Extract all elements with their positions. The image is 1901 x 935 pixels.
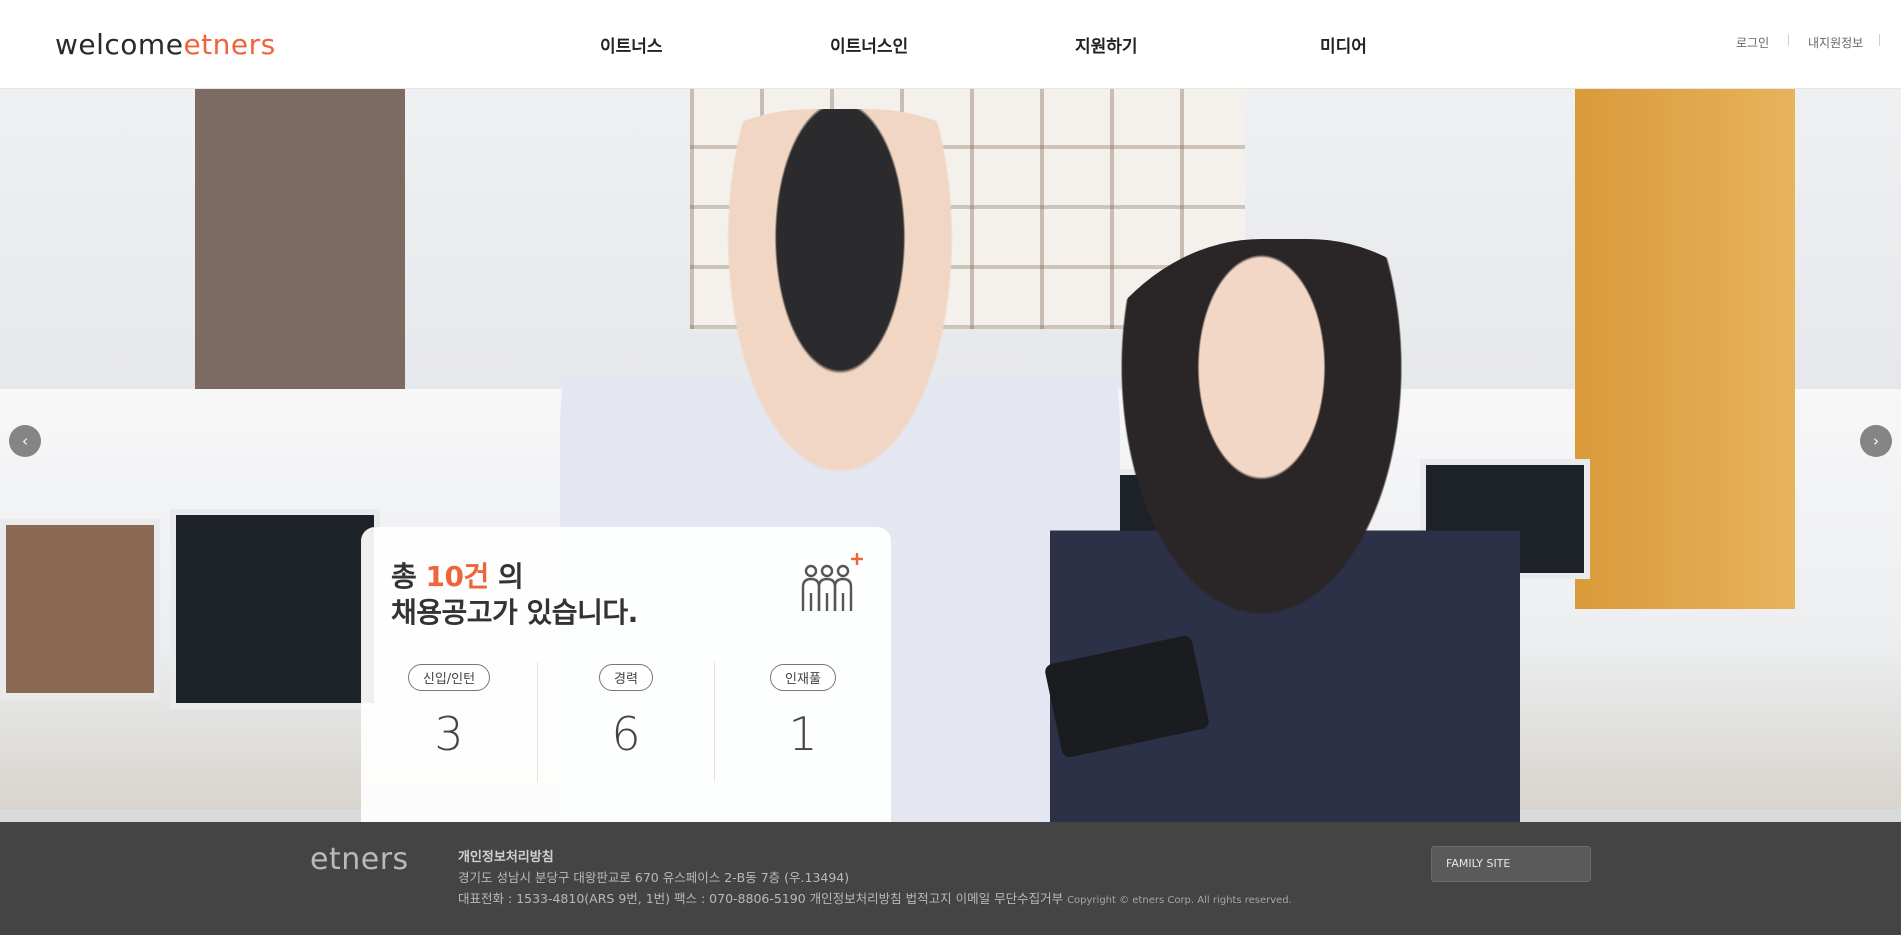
- contact-info: 대표전화 : 1533-4810(ARS 9번, 1번) 팩스 : 070-88…: [458, 891, 1064, 906]
- title-line2: 채용공고가 있습니다.: [391, 596, 638, 629]
- title-suffix: 의: [498, 560, 524, 593]
- category-count: 6: [611, 707, 641, 761]
- copyright-text: Copyright © etners Corp. All rights rese…: [1067, 895, 1292, 906]
- office-monitor: [0, 519, 160, 699]
- category-label: 인재풀: [770, 664, 836, 691]
- category-count: 3: [434, 707, 464, 761]
- next-slide-button[interactable]: ›: [1860, 425, 1892, 457]
- util-divider: [1879, 34, 1880, 46]
- prev-slide-button[interactable]: ‹: [9, 425, 41, 457]
- privacy-policy-link[interactable]: 개인정보처리방침: [458, 846, 554, 865]
- title-prefix: 총: [391, 560, 417, 593]
- company-contact: 대표전화 : 1533-4810(ARS 9번, 1번) 팩스 : 070-88…: [458, 888, 1292, 907]
- util-divider: [1788, 34, 1789, 46]
- category-label: 신입/인턴: [407, 664, 491, 691]
- logo-text-welcome: welcome: [55, 28, 184, 61]
- category-label: 경력: [599, 664, 653, 691]
- category-count: 1: [788, 707, 818, 761]
- footer-logo: etners: [310, 842, 409, 877]
- category-newcomer[interactable]: 신입/인턴: [361, 664, 537, 691]
- people-plus-icon: [801, 553, 863, 611]
- nav-item-etners[interactable]: 이트너스: [600, 32, 663, 57]
- site-header: welcomeetners 이트너스 이트너스인 지원하기 미디어 로그인 내지…: [0, 0, 1901, 89]
- office-door: [1575, 89, 1795, 609]
- recruit-title: 총 10건 의 채용공고가 있습니다.: [391, 559, 638, 631]
- hero-banner: ‹ ›: [0, 89, 1901, 822]
- logo-text-etners: etners: [183, 28, 276, 61]
- category-experienced[interactable]: 경력: [538, 664, 714, 691]
- login-link[interactable]: 로그인: [1736, 34, 1769, 51]
- chevron-right-icon: ›: [1873, 432, 1879, 450]
- office-pillar: [195, 89, 405, 389]
- office-monitor: [170, 509, 380, 709]
- total-job-count: 10건: [425, 560, 490, 593]
- site-footer: etners 개인정보처리방침 경기도 성남시 분당구 대왕판교로 670 유스…: [0, 822, 1901, 935]
- category-talent-pool[interactable]: 인재풀: [715, 664, 891, 691]
- recruit-summary-card: 총 10건 의 채용공고가 있습니다. 신입/인턴 3 경력 6 인재풀 1: [361, 527, 891, 822]
- nav-item-media[interactable]: 미디어: [1320, 32, 1367, 57]
- company-address: 경기도 성남시 분당구 대왕판교로 670 유스페이스 2-B동 7층 (우.1…: [458, 870, 850, 885]
- my-application-link[interactable]: 내지원정보: [1808, 34, 1863, 51]
- chevron-left-icon: ‹: [22, 432, 28, 450]
- nav-item-apply[interactable]: 지원하기: [1075, 32, 1138, 57]
- family-site-select[interactable]: FAMILY SITE: [1431, 846, 1591, 882]
- site-logo[interactable]: welcomeetners: [55, 28, 276, 61]
- nav-item-etners-people[interactable]: 이트너스인: [830, 32, 908, 57]
